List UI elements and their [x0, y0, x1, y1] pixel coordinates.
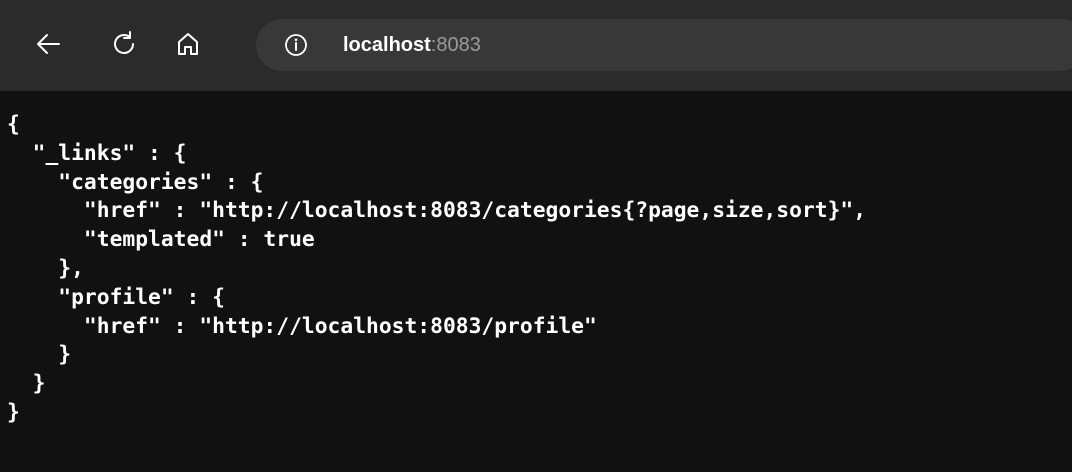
json-line: }, — [7, 255, 84, 281]
json-line: "href" : "http://localhost:8083/categori… — [7, 198, 867, 224]
json-line: "href" : "http://localhost:8083/profile" — [7, 313, 597, 339]
json-line: } — [7, 399, 20, 425]
json-response: { "_links" : { "categories" : { "href" :… — [7, 111, 866, 428]
url-host: localhost — [343, 34, 431, 56]
home-icon — [178, 33, 198, 55]
json-line: } — [7, 342, 72, 368]
back-arrow-icon — [37, 34, 60, 54]
page-content: { "_links" : { "categories" : { "href" :… — [0, 91, 1072, 472]
reload-button[interactable] — [104, 24, 144, 64]
json-line: } — [7, 371, 46, 397]
json-line: "templated" : true — [7, 227, 315, 253]
reload-icon — [114, 31, 134, 54]
home-button[interactable] — [168, 24, 208, 64]
address-bar[interactable]: localhost:8083 — [256, 19, 1072, 71]
url-port: :8083 — [430, 34, 481, 56]
json-line: "profile" : { — [7, 284, 225, 310]
json-line: "_links" : { — [7, 140, 187, 166]
json-line: "categories" : { — [7, 169, 264, 195]
back-button[interactable] — [28, 24, 68, 64]
url-text[interactable]: localhost:8083 — [343, 19, 481, 71]
json-line: { — [7, 112, 20, 137]
info-icon[interactable] — [284, 33, 308, 57]
browser-toolbar: localhost:8083 — [0, 0, 1072, 91]
